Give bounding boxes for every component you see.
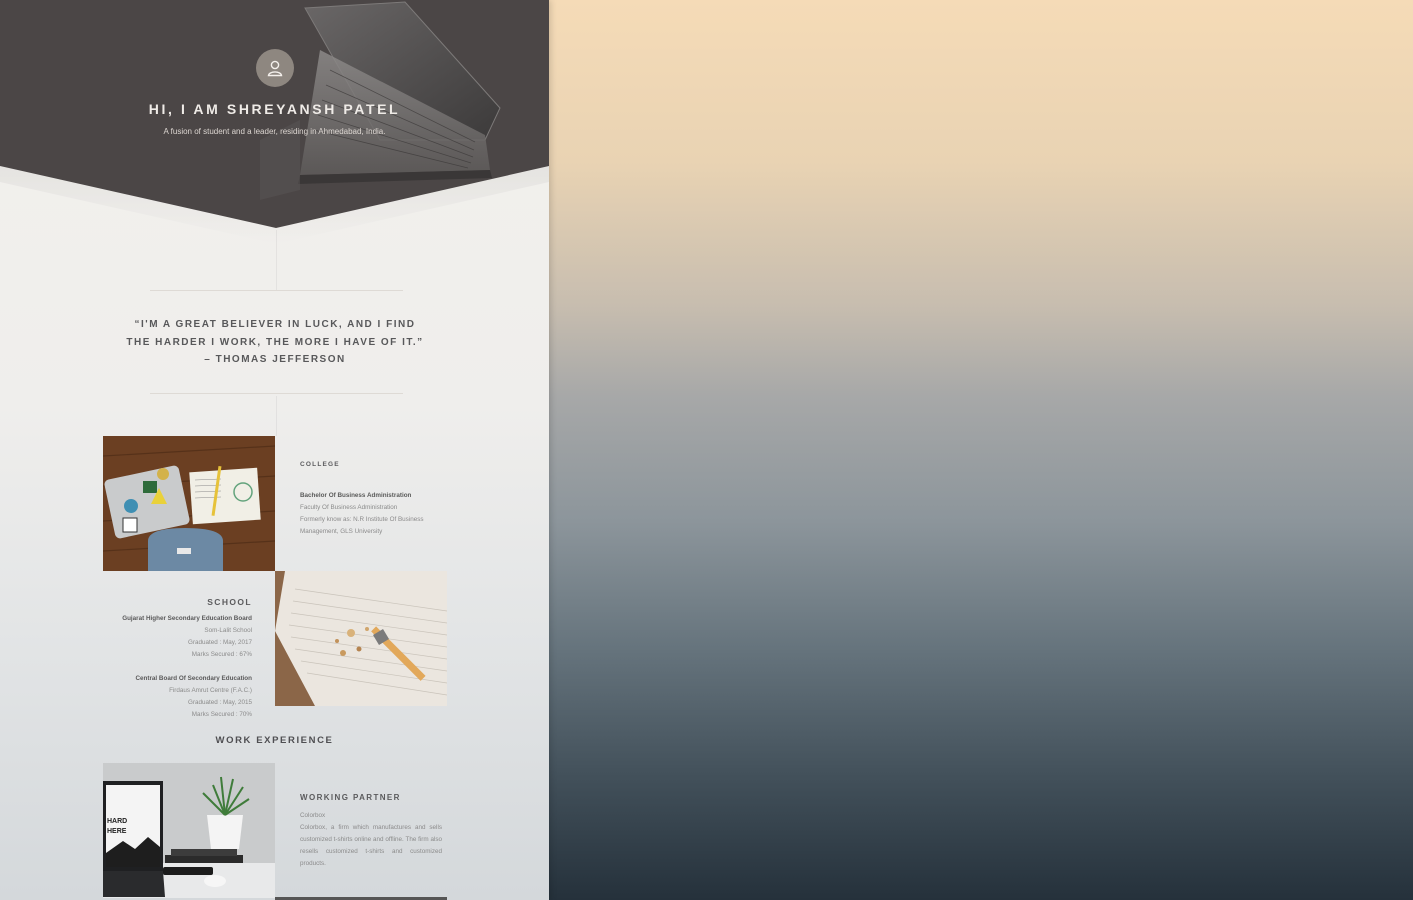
school-name: Firdaus Amrut Centre (F.A.C.) <box>169 687 252 694</box>
svg-text:HARD: HARD <box>107 818 127 825</box>
work-photo: HARD HERE <box>103 763 275 898</box>
quote-author: – THOMAS JEFFERSON <box>204 354 346 365</box>
college-section: COLLEGE Bachelor Of Business Administrat… <box>300 461 440 538</box>
school-board: Gujarat Higher Secondary Education Board <box>122 615 252 622</box>
work-description: Colorbox, a firm which manufactures and … <box>300 824 442 867</box>
college-photo <box>103 436 275 571</box>
svg-text:HERE: HERE <box>107 828 127 835</box>
center-divider-line <box>276 396 277 436</box>
work-section: WORKING PARTNER Colorbox Colorbox, a fir… <box>300 793 442 870</box>
school-graduated: Graduated : May, 2015 <box>188 699 252 706</box>
quote-divider-bottom <box>150 393 403 394</box>
school-board: Central Board Of Secondary Education <box>135 675 252 682</box>
college-faculty: Faculty Of Business Administration <box>300 504 398 511</box>
college-formerly: Formerly know as: N.R Institute Of Busin… <box>300 516 424 523</box>
school-graduated: Graduated : May, 2017 <box>188 639 252 646</box>
avatar <box>256 49 294 87</box>
school-marks: Marks Secured : 70% <box>191 711 252 718</box>
page-title: HI, I AM SHREYANSH PATEL <box>148 101 401 117</box>
quote-line: THE HARDER I WORK, THE MORE I HAVE OF IT… <box>126 336 424 348</box>
college-heading: COLLEGE <box>300 461 340 468</box>
college-formerly: Management, GLS University <box>300 528 383 535</box>
work-heading: WORKING PARTNER <box>300 793 401 802</box>
work-experience-title: WORK EXPERIENCE <box>215 735 334 746</box>
user-icon <box>267 60 283 77</box>
quote-block: “I'M A GREAT BELIEVER IN LUCK, AND I FIN… <box>100 316 450 369</box>
quote-divider-top <box>150 290 403 291</box>
portfolio-panel: HI, I AM SHREYANSH PATEL A fusion of stu… <box>0 0 549 900</box>
hero-subtitle: A fusion of student and a leader, residi… <box>163 127 386 136</box>
school-photo <box>275 571 447 706</box>
center-divider-line <box>276 230 277 290</box>
school-heading: SCHOOL <box>207 597 252 607</box>
college-degree: Bachelor Of Business Administration <box>300 492 412 499</box>
school-name: Som-Lalit School <box>204 627 252 634</box>
quote-line: “I'M A GREAT BELIEVER IN LUCK, AND I FIN… <box>134 319 416 330</box>
school-marks: Marks Secured : 67% <box>191 651 252 658</box>
work-company: Colorbox <box>300 812 326 819</box>
school-section: SCHOOL Gujarat Higher Secondary Educatio… <box>110 597 252 721</box>
